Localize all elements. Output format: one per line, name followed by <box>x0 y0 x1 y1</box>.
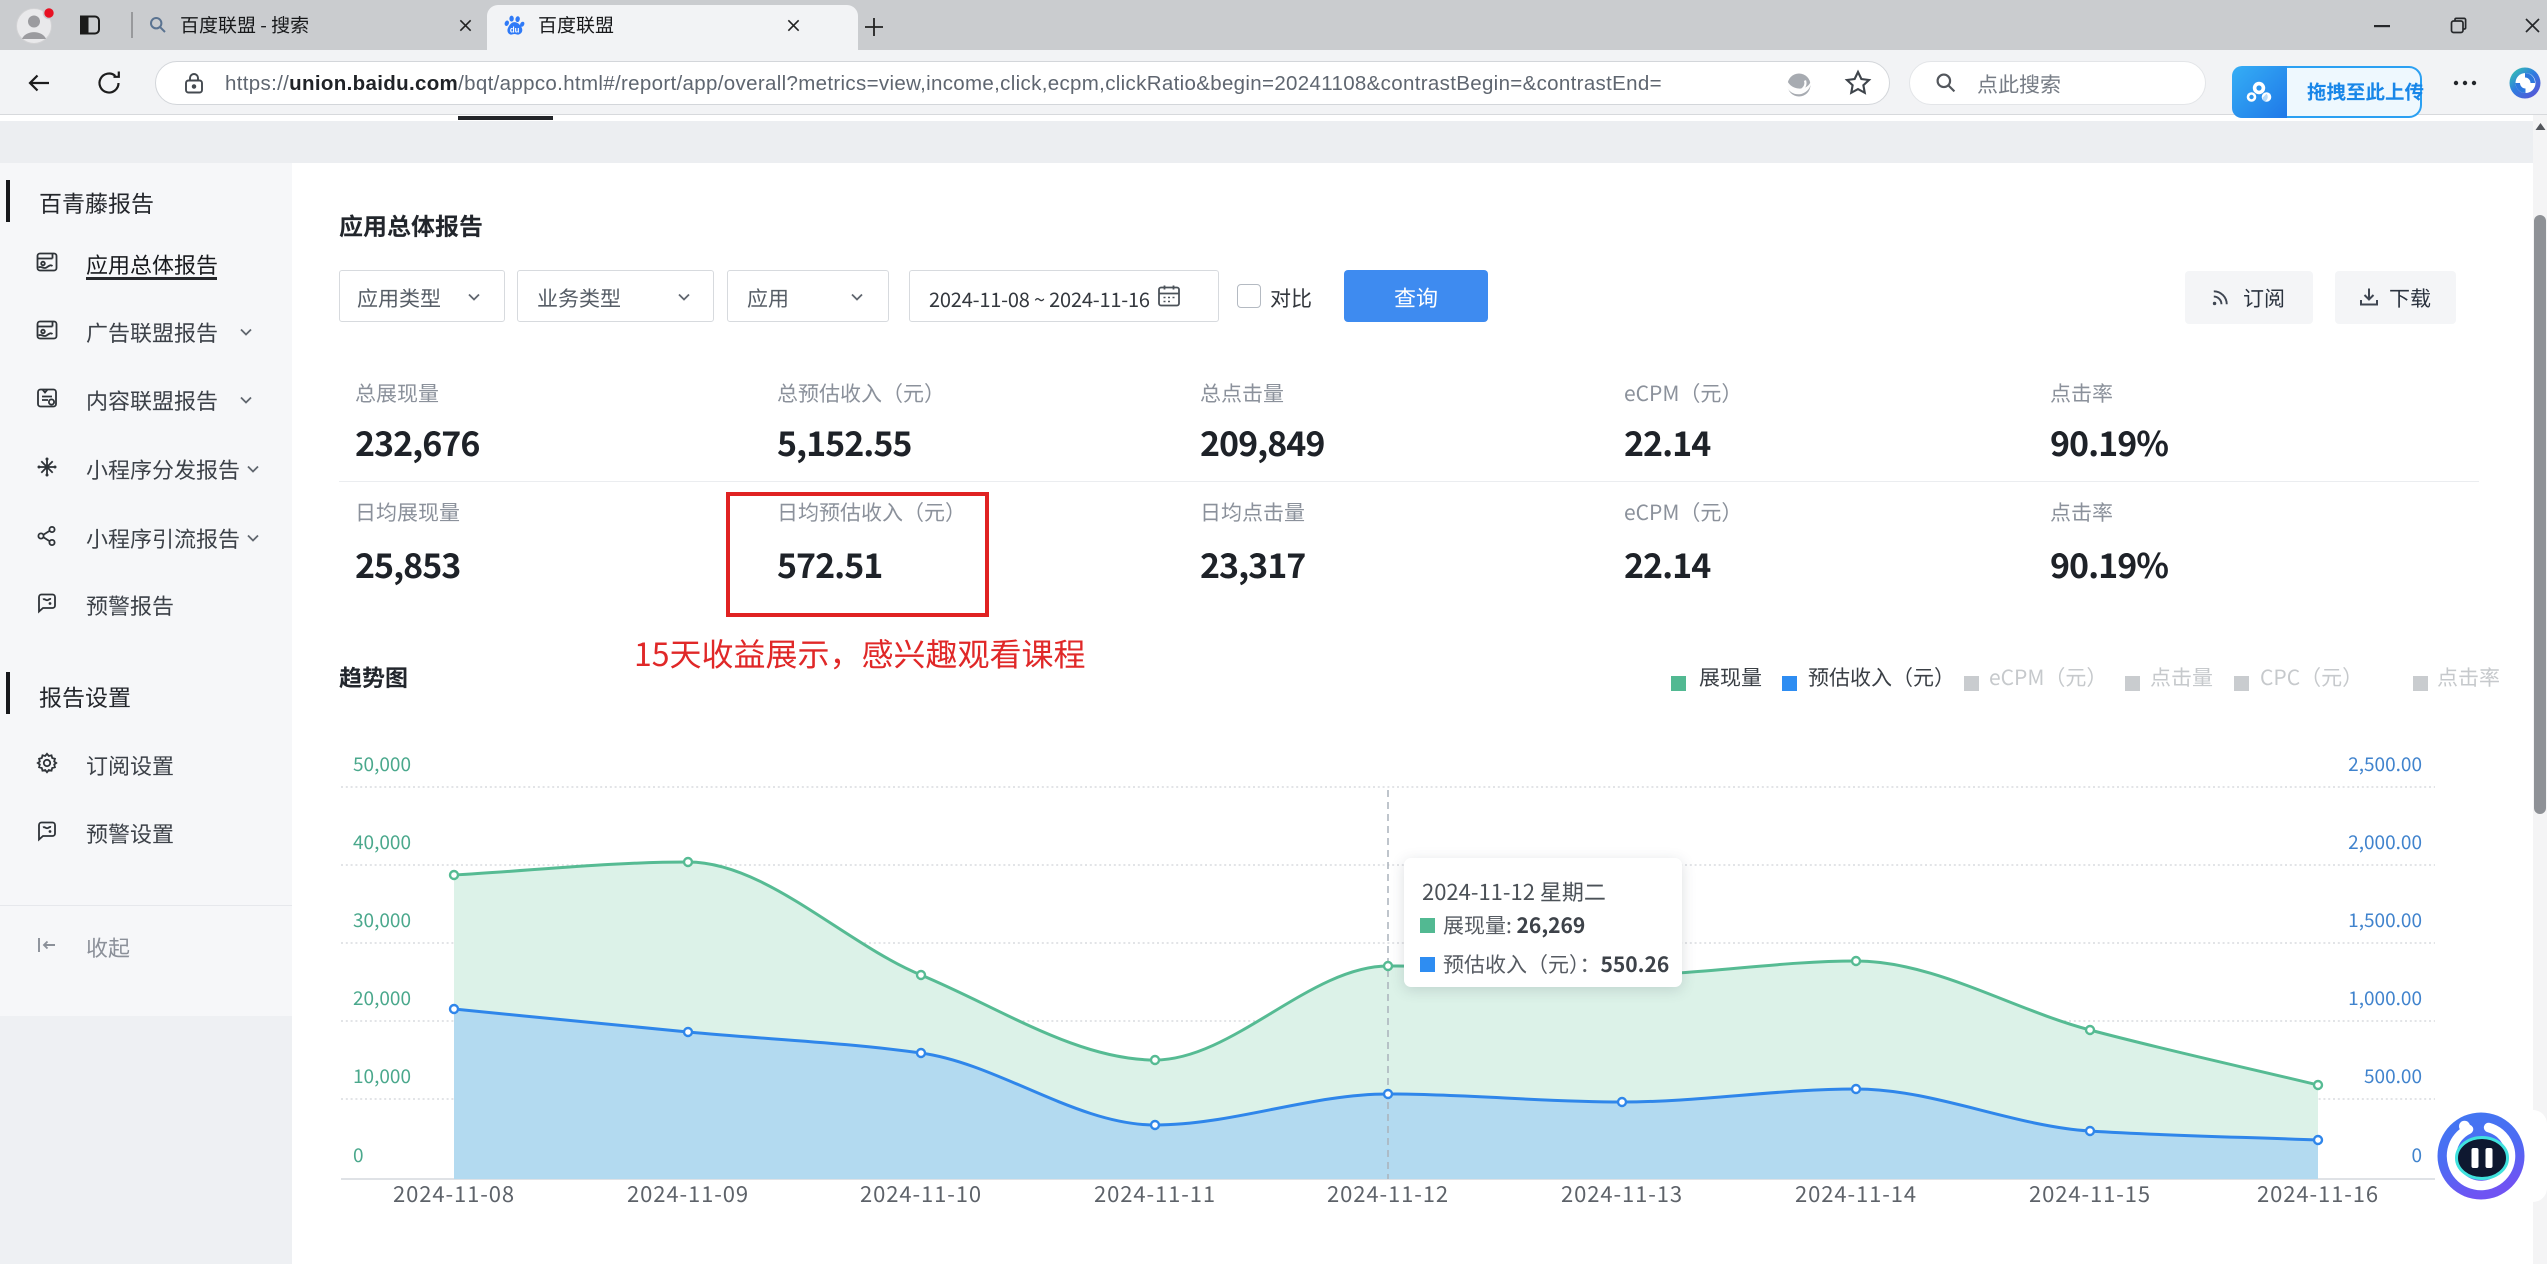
svg-text:2024-11-12: 2024-11-12 <box>1327 1177 1449 1209</box>
svg-text:1,500.00: 1,500.00 <box>2348 906 2422 933</box>
svg-text:2024-11-08: 2024-11-08 <box>393 1177 515 1209</box>
svg-text:0: 0 <box>353 1141 364 1168</box>
svg-text:2024-11-15: 2024-11-15 <box>2029 1177 2151 1209</box>
svg-text:1,000.00: 1,000.00 <box>2348 984 2422 1011</box>
svg-text:20,000: 20,000 <box>353 984 411 1011</box>
svg-text:500.00: 500.00 <box>2364 1062 2422 1089</box>
svg-text:50,000: 50,000 <box>353 750 411 777</box>
svg-text:2024-11-11: 2024-11-11 <box>1094 1177 1216 1209</box>
svg-text:2024-11-16: 2024-11-16 <box>2257 1177 2379 1209</box>
svg-text:10,000: 10,000 <box>353 1062 411 1089</box>
svg-text:2,000.00: 2,000.00 <box>2348 828 2422 855</box>
svg-text:30,000: 30,000 <box>353 906 411 933</box>
svg-text:40,000: 40,000 <box>353 828 411 855</box>
svg-text:2,500.00: 2,500.00 <box>2348 750 2422 777</box>
svg-text:du: du <box>510 25 520 34</box>
svg-text:2024-11-13: 2024-11-13 <box>1561 1177 1683 1209</box>
svg-text:2024-11-09: 2024-11-09 <box>627 1177 749 1209</box>
svg-text:0: 0 <box>2411 1141 2422 1168</box>
svg-text:2024-11-14: 2024-11-14 <box>1795 1177 1917 1209</box>
svg-text:2024-11-10: 2024-11-10 <box>860 1177 982 1209</box>
